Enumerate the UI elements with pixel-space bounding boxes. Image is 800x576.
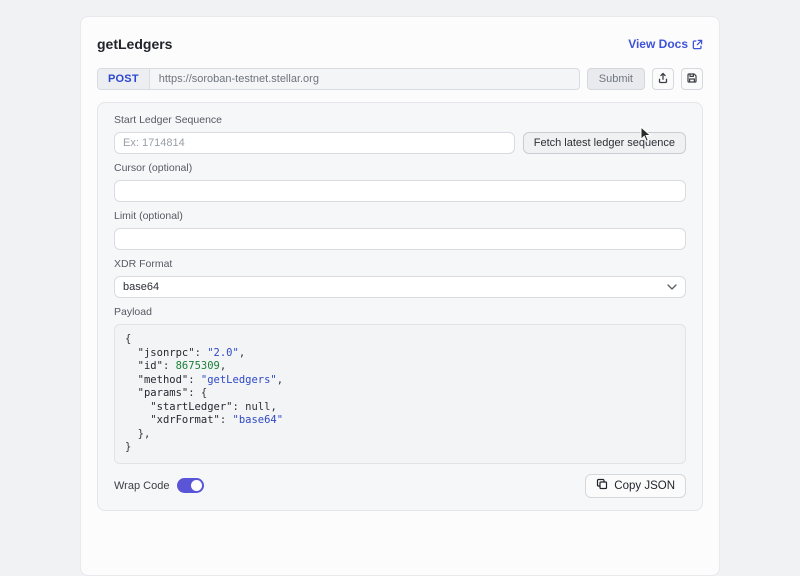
- copy-json-label: Copy JSON: [614, 480, 675, 492]
- page-title: getLedgers: [97, 36, 172, 52]
- save-icon: [686, 72, 698, 87]
- start-ledger-label: Start Ledger Sequence: [114, 114, 686, 127]
- view-docs-link[interactable]: View Docs: [628, 37, 703, 51]
- share-button[interactable]: [652, 68, 674, 90]
- copy-json-button[interactable]: Copy JSON: [585, 474, 686, 498]
- share-icon: [657, 72, 669, 87]
- wrap-code-label: Wrap Code: [114, 480, 169, 492]
- wrap-code-control: Wrap Code: [114, 478, 204, 493]
- start-ledger-field: Start Ledger Sequence Fetch latest ledge…: [114, 114, 686, 154]
- cursor-label: Cursor (optional): [114, 162, 686, 175]
- view-docs-label: View Docs: [628, 37, 688, 51]
- copy-icon: [596, 478, 608, 493]
- save-button[interactable]: [681, 68, 703, 90]
- fetch-latest-ledger-button[interactable]: Fetch latest ledger sequence: [523, 132, 686, 154]
- request-params-panel: Start Ledger Sequence Fetch latest ledge…: [97, 102, 703, 511]
- http-method-badge: POST: [98, 69, 150, 89]
- cursor-input[interactable]: [114, 180, 686, 202]
- payload-field: Payload { "jsonrpc": "2.0", "id": 867530…: [114, 306, 686, 464]
- start-ledger-input[interactable]: [114, 132, 515, 154]
- request-url-group: POST: [97, 68, 580, 90]
- limit-field: Limit (optional): [114, 210, 686, 250]
- cursor-field: Cursor (optional): [114, 162, 686, 202]
- external-link-icon: [692, 39, 703, 50]
- chevron-down-icon: [667, 281, 677, 293]
- request-bar: POST Submit: [97, 68, 703, 90]
- url-input[interactable]: [150, 69, 579, 89]
- toggle-knob: [191, 480, 202, 491]
- limit-input[interactable]: [114, 228, 686, 250]
- limit-label: Limit (optional): [114, 210, 686, 223]
- xdr-format-label: XDR Format: [114, 258, 686, 271]
- payload-code: { "jsonrpc": "2.0", "id": 8675309, "meth…: [114, 324, 686, 464]
- endpoint-card: getLedgers View Docs POST Submit: [80, 16, 720, 576]
- payload-label: Payload: [114, 306, 686, 319]
- submit-button[interactable]: Submit: [587, 68, 645, 90]
- wrap-code-toggle[interactable]: [177, 478, 204, 493]
- xdr-format-selected-value: base64: [123, 281, 159, 293]
- card-header: getLedgers View Docs: [97, 35, 703, 53]
- panel-footer: Wrap Code Copy JSON: [114, 474, 686, 498]
- xdr-format-select[interactable]: base64: [114, 276, 686, 298]
- xdr-format-field: XDR Format base64: [114, 258, 686, 298]
